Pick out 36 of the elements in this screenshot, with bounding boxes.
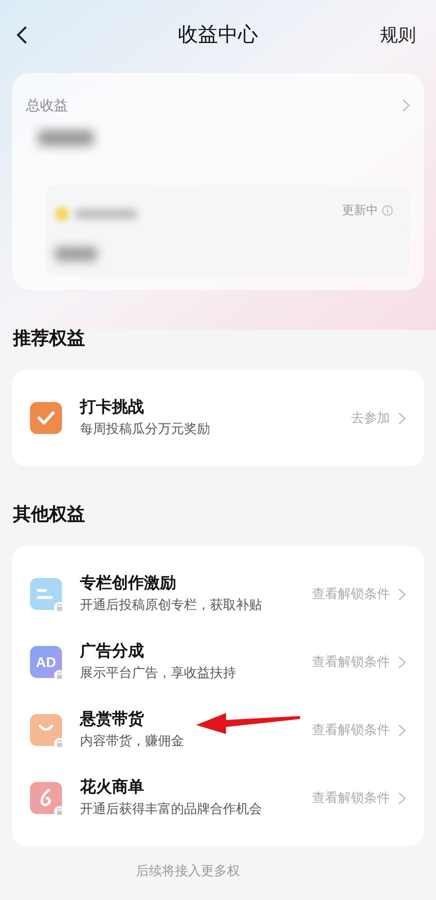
benefit-row[interactable]: AD 广告分成 展示平台广告，享收益扶持 查看解锁条件 [12,628,424,696]
blurred-coin-icon [55,207,69,221]
benefit-title: 打卡挑战 [80,398,145,418]
section-heading: 其他权益 [12,503,86,526]
chevron-icon [398,588,406,600]
benefit-subtitle: 内容带货，赚佣金 [80,732,184,750]
status-text: 更新中 [342,202,378,219]
benefit-row[interactable]: 花火商单 开通后获得丰富的品牌合作机会 查看解锁条件 [12,764,424,832]
bag-icon [30,714,62,746]
benefit-row[interactable]: 专栏创作激励 开通后投稿原创专栏，获取补贴 查看解锁条件 [12,560,424,628]
rules-link[interactable]: 规则 [380,22,416,48]
benefit-row[interactable]: 打卡挑战 每周投稿瓜分万元奖励 去参加 [12,384,424,452]
info-icon [382,204,393,216]
benefit-title: 专栏创作激励 [80,573,177,594]
benefit-subtitle: 每周投稿瓜分万元奖励 [80,420,210,438]
page-title: 收益中心 [178,23,258,48]
blurred-text [75,209,137,219]
benefit-subtitle: 开通后投稿原创专栏，获取补贴 [80,596,262,614]
chevron-icon [402,99,410,112]
benefit-title: 悬赏带货 [80,710,145,730]
benefit-subtitle: 开通后获得丰富的品牌合作机会 [80,800,262,818]
section-heading: 推荐权益 [12,327,86,350]
chevron-icon [398,792,406,804]
blurred-amount [38,130,94,146]
chevron-icon [398,656,406,668]
check-icon [30,402,62,434]
earnings-label: 总收益 [26,96,68,115]
benefit-title: 花火商单 [80,777,145,798]
chevron-icon [398,724,406,736]
document-icon [30,578,62,610]
benefit-subtitle: 展示平台广告，享收益扶持 [80,664,236,682]
benefit-title: 广告分成 [80,641,145,662]
chevron-icon [398,412,406,424]
footer-note: 后续将接入更多权 [136,862,240,880]
ad-icon: AD [30,646,62,678]
blurred-amount [55,247,97,261]
